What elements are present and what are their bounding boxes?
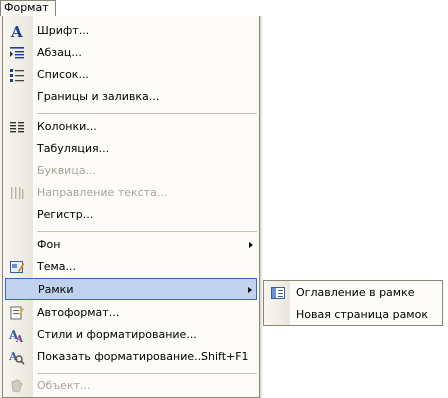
menu-item-object[interactable]: Объект... xyxy=(5,375,257,397)
menu-item-label: Тема... xyxy=(37,260,77,273)
separator xyxy=(37,113,257,114)
submenu-item-new-frames-page[interactable]: Новая страница рамок xyxy=(266,304,442,326)
menu-item-label: Фон xyxy=(37,238,61,251)
frames-toc-icon xyxy=(270,285,286,301)
menu-item-tabs[interactable]: Табуляция... xyxy=(5,138,257,160)
menu-item-label: Буквица... xyxy=(37,164,97,177)
menu-item-font[interactable]: A Шрифт... xyxy=(5,20,257,42)
menu-item-columns[interactable]: Колонки... xyxy=(5,116,257,138)
separator xyxy=(37,231,257,232)
menu-item-label: Табуляция... xyxy=(37,142,110,155)
theme-icon xyxy=(9,259,25,275)
svg-text:A: A xyxy=(15,335,24,343)
menu-bar: Формат xyxy=(0,0,448,16)
font-a-icon: A xyxy=(9,23,25,41)
menu-item-text-direction[interactable]: Направление текста... xyxy=(5,182,257,204)
submenu-item-label: Оглавление в рамке xyxy=(296,286,415,299)
submenu-item-label: Новая страница рамок xyxy=(296,308,428,321)
menu-shadow xyxy=(260,16,263,398)
format-dropdown-menu: A Шрифт... Абзац... Список... Границы и … xyxy=(2,16,260,398)
menu-format[interactable]: Формат xyxy=(0,0,56,16)
object-icon xyxy=(9,378,25,394)
reveal-formatting-icon: A xyxy=(8,349,25,365)
submenu-arrow-icon xyxy=(248,287,252,293)
shortcut-text: Shift+F1 xyxy=(201,350,249,363)
paragraph-icon xyxy=(9,45,25,61)
menu-item-paragraph[interactable]: Абзац... xyxy=(5,42,257,64)
menu-item-reveal-formatting[interactable]: A Показать форматирование... Shift+F1 xyxy=(5,346,257,368)
menu-item-label: Автоформат... xyxy=(37,306,120,319)
menu-item-list[interactable]: Список... xyxy=(5,64,257,86)
styles-icon: AA xyxy=(8,327,25,345)
menu-item-label: Колонки... xyxy=(37,120,97,133)
menu-item-label: Границы и заливка... xyxy=(37,90,160,103)
frames-submenu: Оглавление в рамке Новая страница рамок xyxy=(263,280,443,326)
menu-item-label: Регистр... xyxy=(37,208,94,221)
menu-item-label: Рамки xyxy=(38,283,74,296)
columns-icon xyxy=(9,119,25,135)
autoformat-icon xyxy=(9,305,25,321)
menu-item-label: Шрифт... xyxy=(37,24,90,37)
menu-item-label: Направление текста... xyxy=(37,186,168,199)
svg-text:A: A xyxy=(10,23,23,39)
menu-item-background[interactable]: Фон xyxy=(5,234,257,256)
text-direction-icon xyxy=(9,185,25,201)
separator xyxy=(37,373,257,374)
menu-item-borders-shading[interactable]: Границы и заливка... xyxy=(5,86,257,108)
menu-item-label: Абзац... xyxy=(37,46,82,59)
menu-item-change-case[interactable]: Регистр... xyxy=(5,204,257,226)
menu-item-styles-formatting[interactable]: AA Стили и форматирование... xyxy=(5,324,257,346)
menu-item-label: Стили и форматирование... xyxy=(37,328,197,341)
menu-item-label: Показать форматирование... xyxy=(37,350,205,363)
menu-item-autoformat[interactable]: Автоформат... xyxy=(5,302,257,324)
list-icon xyxy=(9,67,25,83)
menu-format-label: Формат xyxy=(4,1,49,14)
menu-item-drop-cap[interactable]: Буквица... xyxy=(5,160,257,182)
menu-item-label: Объект... xyxy=(37,379,91,392)
submenu-item-table-of-contents-in-frame[interactable]: Оглавление в рамке xyxy=(266,282,442,304)
menu-item-label: Список... xyxy=(37,68,89,81)
menu-item-frames[interactable]: Рамки xyxy=(5,278,257,300)
menu-item-theme[interactable]: Тема... xyxy=(5,256,257,278)
submenu-arrow-icon xyxy=(249,242,253,248)
